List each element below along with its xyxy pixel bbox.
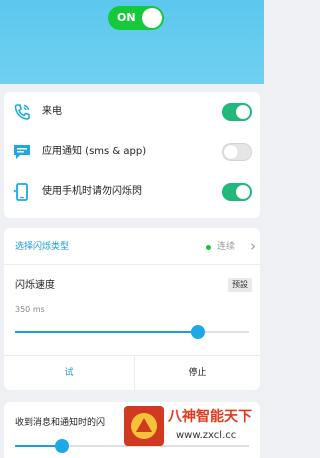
setting-row-no-flash-in-use[interactable]: 使用手机时请勿闪烁閃 [4,172,260,212]
header-banner: ON [0,0,264,84]
preset-button[interactable]: 预設 [228,278,252,292]
chevron-right-icon: › [250,237,256,255]
watermark-text: 八神智能天下 [168,409,252,425]
app-notification-switch[interactable] [222,143,252,161]
master-toggle-label: ON [117,11,136,24]
flash-type-selector[interactable]: 选择闪烁类型 连续 › [4,236,260,258]
test-button[interactable]: 试 [4,356,134,390]
flash-type-label: 选择闪烁类型 [15,242,70,252]
slider-fill [15,331,198,333]
setting-row-incoming-call[interactable]: 来电 [4,92,260,132]
slider-thumb[interactable] [191,325,205,339]
phone-flash-icon [13,183,28,201]
flash-speed-title: 闪烁速度 [15,280,55,291]
setting-label: 来电 [42,106,62,117]
chat-bubble-icon [14,145,30,159]
setting-label: 使用手机时请勿闪烁閃 [42,186,142,197]
watermark-logo [124,406,164,446]
flash-config-card: 选择闪烁类型 连续 › 闪烁速度 预設 350 ms 试 停止 [4,228,260,390]
setting-label: 应用通知 (sms & app) [42,146,147,157]
trigger-settings-card: 来电 应用通知 (sms & app) 使用手机时请勿闪烁閃 [4,92,260,218]
notification-flash-title: 收到消息和通知时的闪 [15,418,106,428]
no-flash-in-use-switch[interactable] [222,183,252,201]
stop-button[interactable]: 停止 [135,356,260,390]
incoming-call-switch[interactable] [222,103,252,121]
site-watermark: 八神智能天下 www.zxcl.cc [124,406,264,458]
flash-speed-value: 350 ms [15,305,45,314]
status-dot [206,245,211,250]
master-toggle-knob [142,8,162,28]
phone-icon [14,104,30,120]
watermark-url: www.zxcl.cc [176,430,237,441]
flash-speed-slider[interactable] [15,324,249,340]
setting-row-app-notification[interactable]: 应用通知 (sms & app) [4,132,260,172]
slider-thumb[interactable] [55,439,69,453]
master-toggle[interactable]: ON [108,6,164,30]
flash-type-value: 连续 [217,242,236,252]
divider [4,264,260,265]
